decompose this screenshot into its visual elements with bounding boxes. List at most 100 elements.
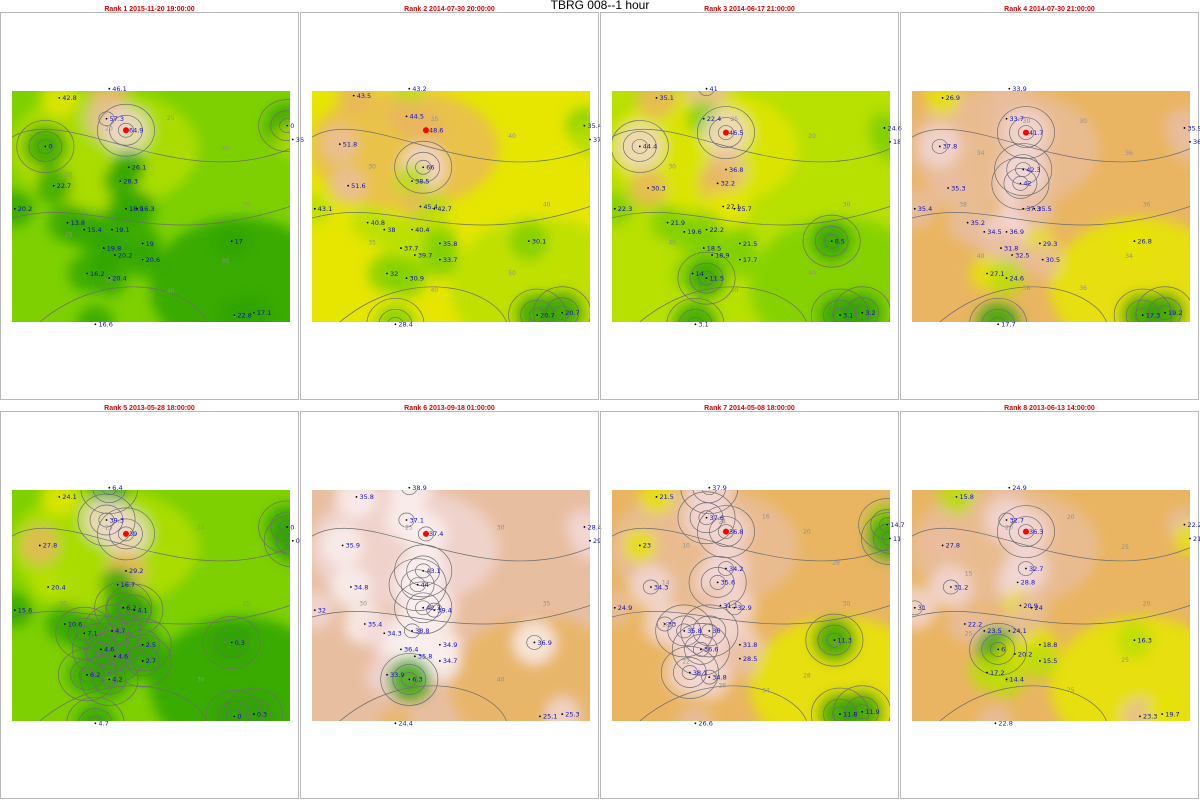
station-dot: [941, 544, 944, 547]
station-dot: [422, 166, 425, 169]
station-value: 34.8: [712, 673, 726, 681]
map-panel-3: Rank 3 2014-06-17 21:00:00 30 40 30 40 30 25 20…: [600, 6, 902, 400]
station-dot: [94, 722, 97, 725]
station-dot: [1016, 581, 1019, 584]
station-value: 4.7: [98, 720, 108, 728]
station-dot: [141, 660, 144, 662]
station-value: 17.3: [1146, 311, 1160, 319]
station-dot: [738, 258, 741, 261]
station-dot: [422, 606, 425, 609]
station-dot: [411, 228, 413, 231]
station-value: 28.4: [398, 321, 412, 329]
station-value: 32.7: [1029, 565, 1043, 573]
station-value: 21.9: [671, 219, 685, 227]
station-dot: [141, 258, 144, 261]
station-dot: [38, 544, 41, 547]
station-dot: [125, 207, 127, 210]
contour-label: 40: [497, 677, 505, 684]
station-value: 24.6: [1010, 274, 1024, 282]
station-value: 39.3: [110, 516, 124, 524]
station-dot: [705, 277, 708, 280]
station-dot: [122, 606, 125, 609]
contour-label: 22: [682, 659, 690, 666]
station-value: 36.8: [729, 166, 743, 174]
station-dot: [638, 544, 641, 547]
station-value: 33: [668, 620, 676, 628]
station-dot: [233, 314, 236, 316]
station-dot: [688, 671, 691, 674]
station-value: 22.4: [707, 115, 721, 123]
station-value: 26.6: [698, 720, 712, 728]
map-panel-4: Rank 4 2014-07-30 21:00:00 36 34 36 38 40 38 34…: [900, 6, 1200, 400]
rainfall-map: 3634363840383430 303633.926.933.741.737.8…: [912, 85, 1200, 329]
station-dot: [655, 97, 658, 99]
station-value: 32.9: [737, 604, 751, 612]
station-value: 41.7: [1029, 129, 1043, 137]
station-dot: [536, 314, 539, 316]
station-value: 17.7: [743, 256, 757, 264]
station-dot: [66, 221, 69, 224]
station-dot: [127, 166, 130, 169]
panel-title: Rank 1 2015-11-20 19:00:00: [104, 6, 195, 13]
station-value: 16.3: [1137, 636, 1151, 644]
station-value: 39.7: [418, 251, 432, 259]
station-value: 6.4: [112, 484, 122, 492]
station-dot: [438, 242, 441, 245]
station-value: 34.2: [729, 565, 743, 573]
station-dot: [1005, 678, 1008, 681]
station-value: 34.9: [443, 641, 457, 649]
station-dot: [1183, 127, 1186, 129]
station-value: 33.9: [1012, 85, 1026, 93]
station-dot: [408, 486, 411, 489]
station-value: 32: [318, 606, 326, 614]
station-dot: [1161, 713, 1164, 715]
station-value: 40.8: [371, 219, 385, 227]
station-dot: [913, 606, 916, 609]
station-value: 32.2: [721, 180, 735, 188]
station-dot: [683, 231, 686, 233]
contour-label: 30: [368, 163, 376, 170]
station-value: 8.5: [835, 237, 845, 245]
station-value: 20.7: [540, 311, 554, 319]
station-value: 37.4: [429, 530, 443, 538]
station-value: 34.8: [354, 583, 368, 591]
station-value: 19.1: [115, 226, 129, 234]
contour-label: 30: [59, 601, 67, 608]
rainfall-map: 40 50 40 35 30 35 40 43.2 43.5 44.5 48.6 51.8 66 38.5…: [312, 85, 602, 329]
station-value: 15.6: [18, 606, 32, 614]
station-dot: [716, 182, 719, 185]
station-dot: [433, 207, 436, 210]
station-dot: [1189, 537, 1191, 540]
station-value: 7.1: [87, 630, 97, 638]
station-dot: [433, 609, 436, 612]
station-value: 20.2: [118, 251, 132, 259]
station-dot: [233, 715, 236, 718]
station-dot: [1005, 519, 1008, 521]
station-dot: [986, 671, 988, 674]
station-value: 31: [918, 604, 926, 612]
contour-label: 40: [977, 253, 985, 260]
station-value: 4.2: [112, 676, 122, 684]
station-dot: [994, 722, 997, 725]
contour-label: 36: [1143, 202, 1151, 209]
station-dot: [411, 630, 413, 632]
station-dot: [47, 586, 50, 588]
station-value: 24.1: [1012, 627, 1026, 635]
station-value: 24: [1035, 604, 1043, 612]
station-value: 35.8: [359, 493, 373, 501]
contour-label: 30: [359, 601, 367, 608]
station-dot: [113, 655, 116, 658]
station-dot: [702, 117, 705, 120]
contour-label: 25: [731, 116, 739, 123]
station-value: 0: [237, 713, 241, 721]
station-value: 2.7: [146, 657, 156, 665]
station-value: 43.1: [426, 567, 440, 575]
panel-title: Rank 5 2013-05-28 18:00:00: [104, 405, 195, 412]
station-value: 30.5: [1046, 256, 1060, 264]
station-value: 20.2: [18, 205, 32, 213]
station-dot: [1008, 630, 1011, 632]
contour-label: 26: [718, 683, 726, 690]
station-dot: [997, 323, 1000, 326]
station-value: 6.3: [412, 676, 422, 684]
panel-title: Rank 4 2014-07-30 21:00:00: [1004, 6, 1095, 13]
